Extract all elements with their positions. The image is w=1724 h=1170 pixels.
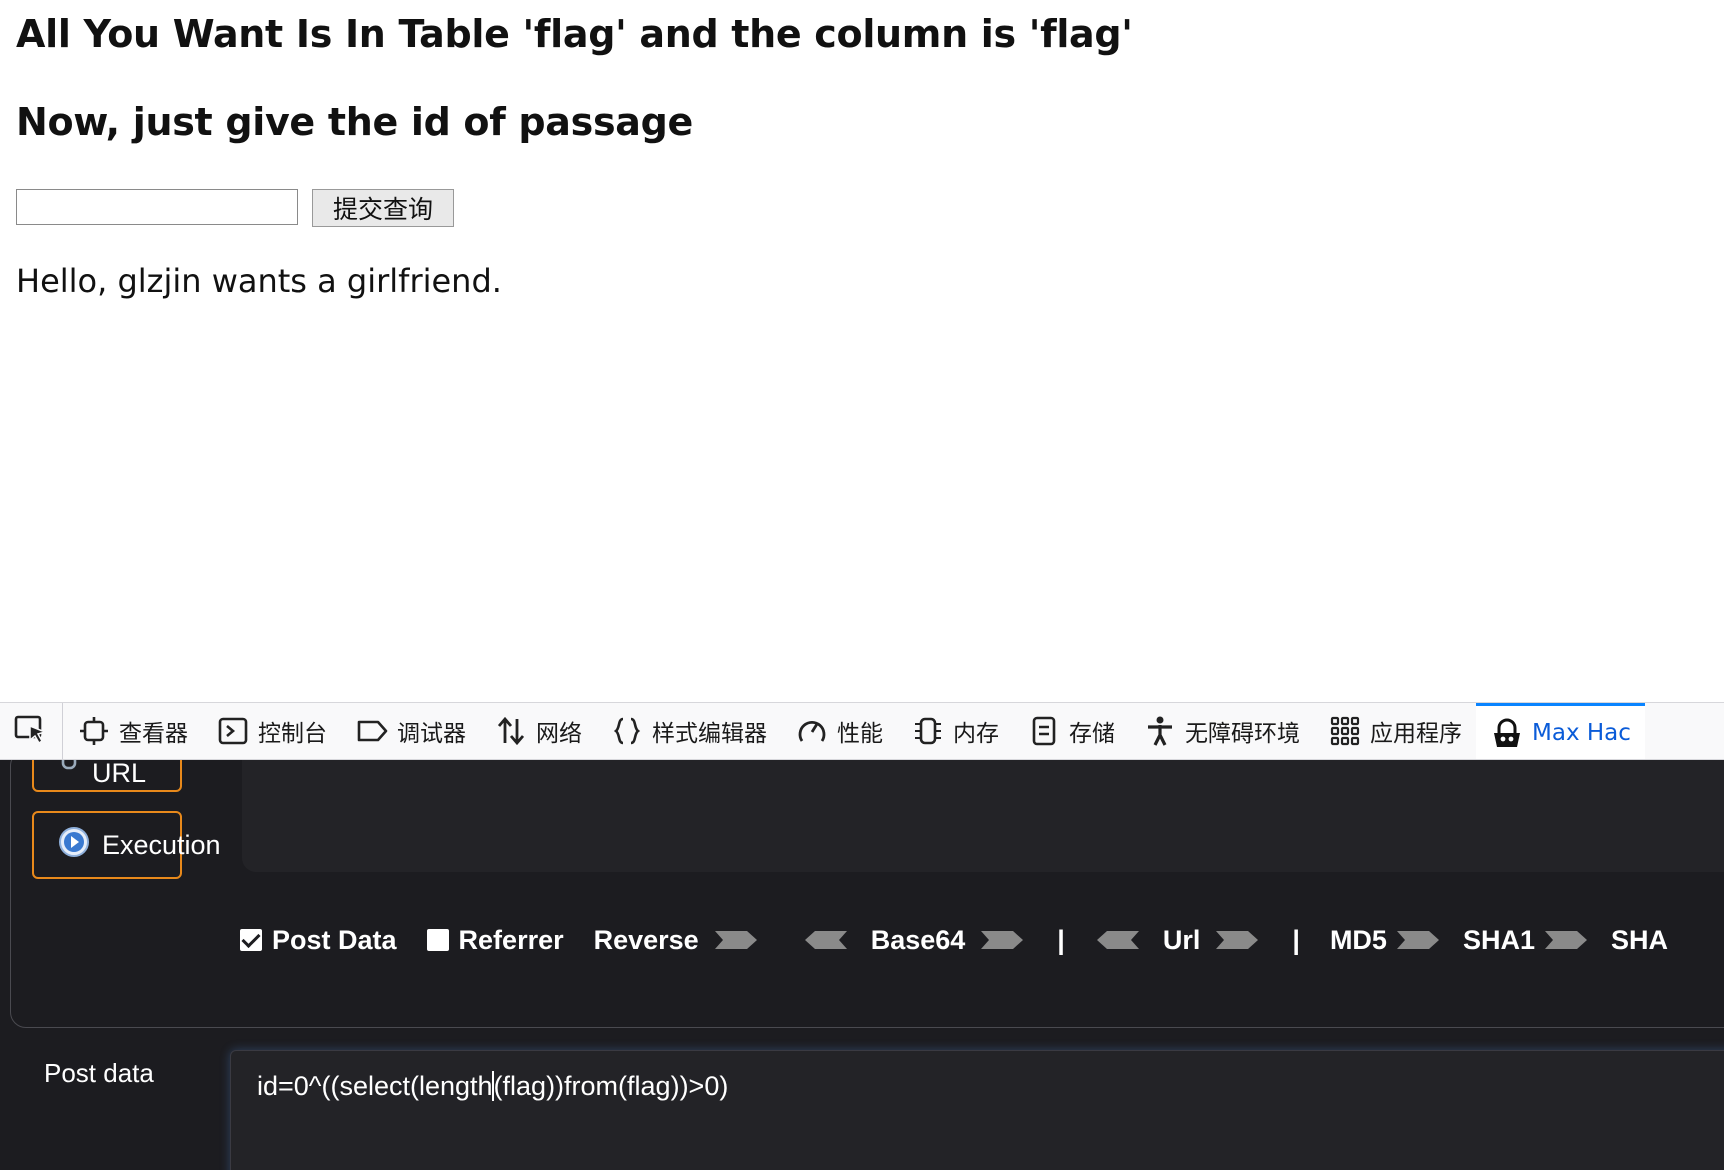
sha1-button[interactable]: SHA1 [1463,925,1535,956]
separator: | [1292,924,1300,955]
arrow-right-icon[interactable] [1214,929,1260,951]
arrow-right-icon[interactable] [713,929,759,951]
referrer-checkbox-label: Referrer [458,924,564,955]
arrow-right-icon[interactable] [979,929,1025,951]
tab-performance[interactable]: 性能 [781,703,897,759]
tab-label: 网络 [536,721,582,747]
tab-label: 性能 [837,721,883,747]
tab-label: 查看器 [119,721,188,747]
style-editor-icon [610,715,644,747]
result-message: Hello, glzjin wants a girlfriend. [16,262,502,300]
tab-label: Max Hac [1532,719,1631,746]
arrow-left-icon[interactable] [1095,929,1141,951]
split-url-button[interactable]: Spit URL [32,760,182,792]
inspector-icon [77,715,111,747]
tab-max-hackbar[interactable]: Max Hac [1476,703,1645,759]
referrer-checkbox[interactable] [426,929,449,951]
memory-icon [911,715,945,747]
tab-application[interactable]: 应用程序 [1314,703,1476,759]
split-url-label: Spit URL [92,760,147,788]
post-data-checkbox-label: Post Data [272,924,397,955]
element-picker-button[interactable] [0,703,63,759]
tab-inspector[interactable]: 查看器 [63,703,202,759]
post-data-label: Post data [44,1058,154,1088]
execution-button[interactable]: Execution [32,811,221,879]
tab-label: 内存 [953,721,999,747]
debugger-icon [355,715,389,747]
sha-button[interactable]: SHA [1611,925,1668,956]
post-data-text-after-caret: (flag))from(flag))>0) [493,1071,729,1101]
storage-icon [1027,715,1061,747]
tab-network[interactable]: 网络 [480,703,596,759]
page-heading-table-hint: All You Want Is In Table 'flag' and the … [16,12,1133,56]
tab-label: 样式编辑器 [652,721,767,747]
performance-icon [795,715,829,747]
hackbar-icon [1490,717,1524,749]
md5-button[interactable]: MD5 [1330,925,1387,956]
tab-debugger[interactable]: 调试器 [341,703,480,759]
arrow-right-icon[interactable] [1395,929,1441,951]
console-icon [216,715,250,747]
post-data-checkbox[interactable] [240,929,262,951]
application-icon [1328,715,1362,747]
post-data-text-before-caret: id=0^((select(length [257,1071,493,1101]
base64-button[interactable]: Base64 [871,925,966,956]
url-textarea[interactable] [242,760,1724,872]
tab-label: 调试器 [397,721,466,747]
element-picker-icon [14,713,48,749]
id-input[interactable] [16,189,298,225]
execution-label: Execution [102,829,221,860]
tab-label: 无障碍环境 [1185,721,1300,747]
separator: | [1057,924,1065,955]
tab-accessibility[interactable]: 无障碍环境 [1129,703,1314,759]
tab-label: 存储 [1069,721,1115,747]
link-icon [58,760,80,777]
arrow-right-icon[interactable] [1543,929,1589,951]
tab-console[interactable]: 控制台 [202,703,341,759]
network-icon [494,715,528,747]
submit-query-button[interactable]: 提交查询 [312,189,454,227]
play-icon [58,826,90,865]
tab-label: 控制台 [258,721,327,747]
tab-storage[interactable]: 存储 [1013,703,1129,759]
tab-style-editor[interactable]: 样式编辑器 [596,703,781,759]
devtools-toolbar: 查看器 控制台 调试器 网络 样式编辑器 性能 内存 存储 无障碍环境 应用程序… [0,702,1724,760]
hackbar-panel: Spit URL Execution Post Data Referrer Re… [0,760,1724,1170]
post-data-textarea[interactable]: id=0^((select(length(flag))from(flag))>0… [230,1050,1724,1170]
arrow-left-icon[interactable] [803,929,849,951]
url-encode-button[interactable]: Url [1163,925,1201,956]
reverse-button[interactable]: Reverse [594,925,699,956]
web-page: All You Want Is In Table 'flag' and the … [0,0,1724,702]
encoding-options-row: Post Data Referrer Reverse Base64 | Url … [240,920,1668,960]
tab-label: 应用程序 [1370,721,1462,747]
page-heading-instruction: Now, just give the id of passage [16,100,693,144]
accessibility-icon [1143,715,1177,747]
tab-memory[interactable]: 内存 [897,703,1013,759]
